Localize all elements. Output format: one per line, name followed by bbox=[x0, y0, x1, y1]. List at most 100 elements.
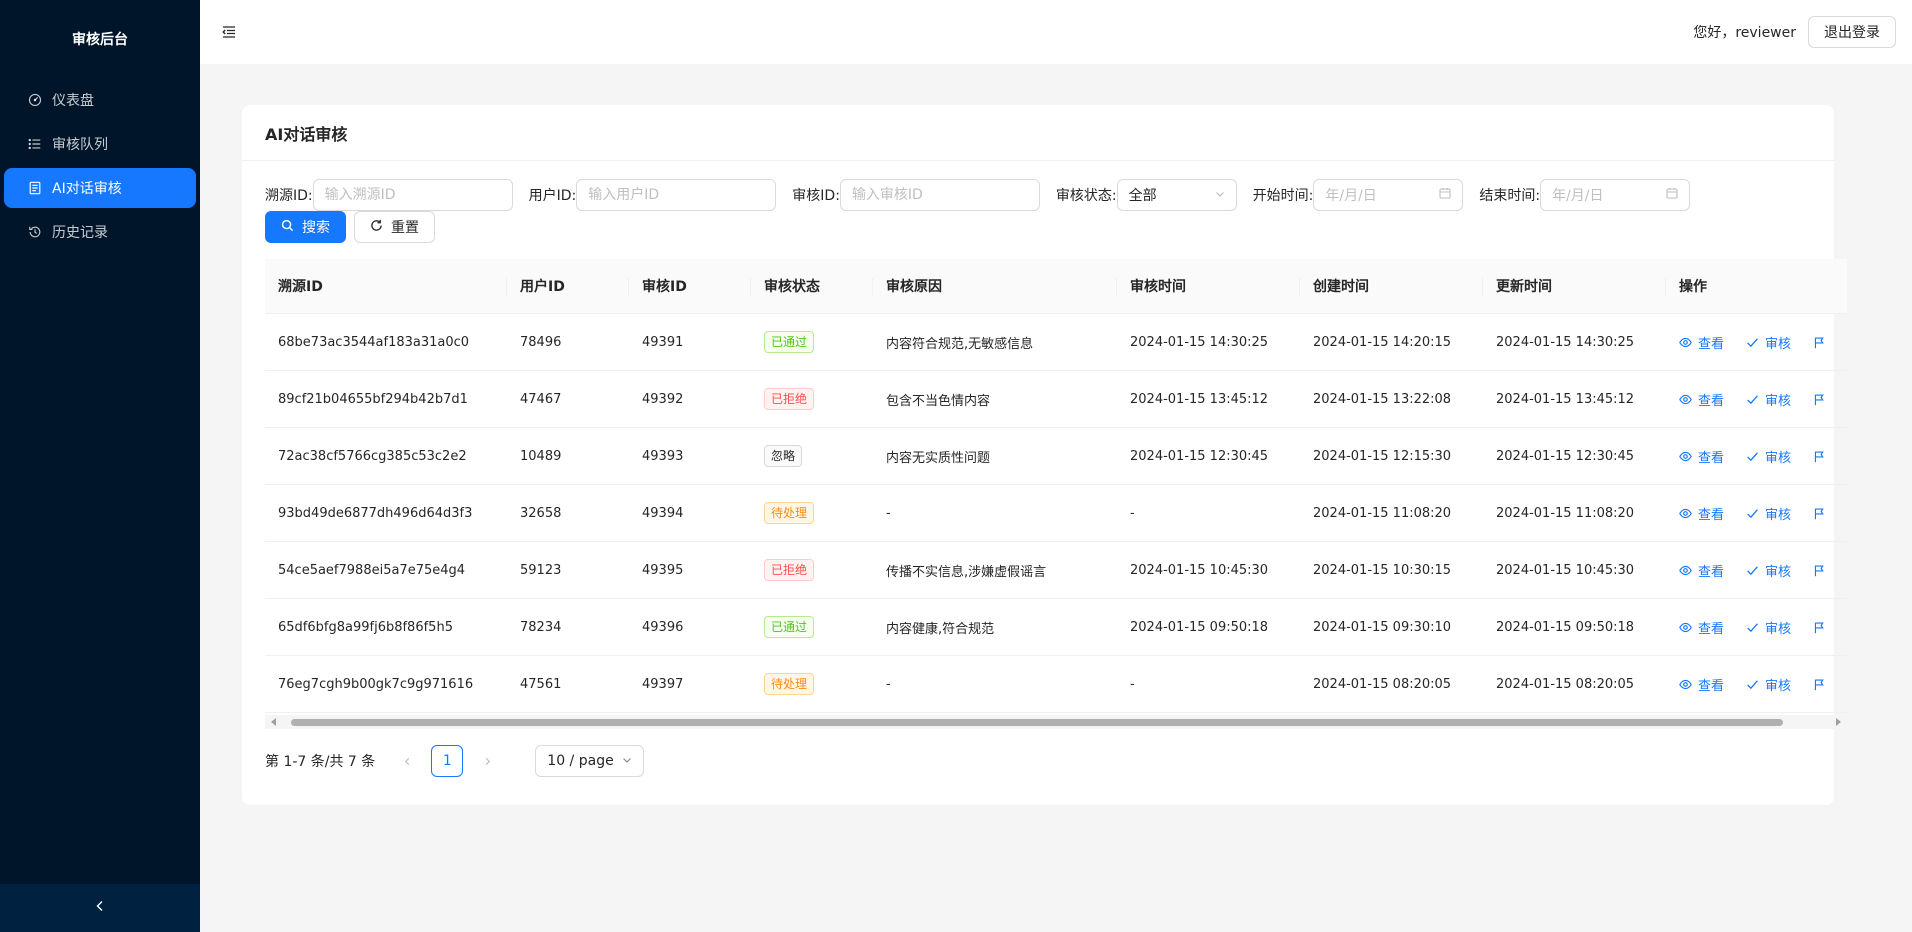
view-button[interactable]: 查看 bbox=[1679, 561, 1724, 580]
end-date-picker[interactable]: 年/月/日 bbox=[1540, 179, 1691, 211]
review-button[interactable]: 审核 bbox=[1746, 390, 1791, 409]
horizontal-scrollbar[interactable] bbox=[265, 715, 1847, 729]
column-header: 操作 bbox=[1679, 279, 1707, 295]
dashboard-icon bbox=[28, 93, 42, 107]
flag-icon bbox=[1813, 450, 1826, 463]
review-table: 溯源ID 用户ID 审核ID 审核状态 审核原因 审核时间 创建时间 更新时间 … bbox=[265, 259, 1847, 729]
reset-button[interactable]: 重置 bbox=[354, 211, 435, 243]
cell-status: 已拒绝 bbox=[751, 371, 873, 427]
cell-actions: 查看 审核 bbox=[1666, 656, 1847, 712]
cell-create-time: 2024-01-15 13:22:08 bbox=[1313, 391, 1452, 407]
review-button[interactable]: 审核 bbox=[1746, 675, 1791, 694]
scroll-left-icon[interactable] bbox=[269, 717, 279, 727]
sidebar-item-dashboard[interactable]: 仪表盘 bbox=[4, 80, 196, 120]
flag-button[interactable] bbox=[1813, 393, 1826, 406]
view-button[interactable]: 查看 bbox=[1679, 390, 1724, 409]
table-row: 68be73ac3544af183a31a0c0 78496 49391 已通过 内容符… bbox=[265, 314, 1847, 371]
filter-actions: 搜索 重置 bbox=[265, 211, 1811, 243]
eye-icon bbox=[1679, 507, 1692, 520]
cell-review-id: 49392 bbox=[642, 391, 684, 407]
table-row: 93bd49de6877dh496d64d3f3 32658 49394 待处理 - - 2… bbox=[265, 485, 1847, 542]
start-date-picker[interactable]: 年/月/日 bbox=[1313, 179, 1464, 211]
view-button[interactable]: 查看 bbox=[1679, 618, 1724, 637]
sidebar-collapse-button[interactable] bbox=[0, 884, 200, 932]
column-header: 审核时间 bbox=[1117, 259, 1300, 313]
card-body: 溯源ID: 用户ID: 审核ID: 审核状态: 全部 bbox=[242, 161, 1847, 777]
review-button[interactable]: 审核 bbox=[1746, 561, 1791, 580]
filter-review-id: 审核ID: bbox=[792, 179, 1040, 211]
search-button[interactable]: 搜索 bbox=[265, 211, 346, 243]
scroll-right-icon[interactable] bbox=[1833, 717, 1843, 727]
cell-review-time: 2024-01-15 12:30:45 bbox=[1130, 448, 1269, 464]
view-button[interactable]: 查看 bbox=[1679, 333, 1724, 352]
status-select-value: 全部 bbox=[1128, 188, 1157, 204]
cell-source-id: 65df6bfg8a99fj6b8f86f5h5 bbox=[278, 619, 453, 635]
review-button[interactable]: 审核 bbox=[1746, 618, 1791, 637]
review-button[interactable]: 审核 bbox=[1746, 504, 1791, 523]
next-page-button[interactable] bbox=[471, 745, 503, 777]
sidebar-item-review-queue[interactable]: 审核队列 bbox=[4, 124, 196, 164]
filter-form: 溯源ID: 用户ID: 审核ID: 审核状态: 全部 bbox=[265, 179, 1811, 211]
chevron-left-icon bbox=[94, 900, 106, 916]
view-button[interactable]: 查看 bbox=[1679, 447, 1724, 466]
filter-label: 结束时间: bbox=[1479, 188, 1541, 204]
column-header: 审核ID bbox=[629, 259, 751, 313]
calendar-icon bbox=[1666, 187, 1678, 203]
flag-button[interactable] bbox=[1813, 450, 1826, 463]
filter-start-time: 开始时间: 年/月/日 bbox=[1253, 179, 1464, 211]
reload-icon bbox=[370, 219, 383, 236]
cell-source-id: 89cf21b04655bf294b42b7d1 bbox=[278, 391, 468, 407]
review-button[interactable]: 审核 bbox=[1746, 333, 1791, 352]
flag-button[interactable] bbox=[1813, 336, 1826, 349]
table-header: 溯源ID 用户ID 审核ID 审核状态 审核原因 审核时间 创建时间 更新时间 … bbox=[265, 259, 1847, 314]
review-id-input[interactable] bbox=[839, 179, 1040, 211]
status-badge: 忽略 bbox=[764, 445, 803, 467]
document-icon bbox=[28, 181, 42, 195]
flag-icon bbox=[1813, 564, 1826, 577]
review-button[interactable]: 审核 bbox=[1746, 447, 1791, 466]
flag-button[interactable] bbox=[1813, 564, 1826, 577]
page-number-button[interactable]: 1 bbox=[431, 745, 464, 777]
app-root: 审核后台 仪表盘 审核队列 AI对话审核 历史记录 您好，reviewer 退出… bbox=[0, 0, 1912, 932]
cell-actions: 查看 审核 bbox=[1666, 371, 1847, 427]
filter-user-id: 用户ID: bbox=[529, 179, 777, 211]
page-size-select[interactable]: 10 / page bbox=[535, 745, 644, 777]
sidebar-item-label: 审核队列 bbox=[52, 137, 108, 153]
check-icon bbox=[1746, 564, 1759, 577]
cell-update-time: 2024-01-15 10:45:30 bbox=[1496, 562, 1635, 578]
cell-create-time: 2024-01-15 11:08:20 bbox=[1313, 505, 1452, 521]
review-label: 审核 bbox=[1765, 507, 1792, 523]
source-id-input[interactable] bbox=[312, 179, 513, 211]
check-icon bbox=[1746, 507, 1759, 520]
reset-button-label: 重置 bbox=[391, 220, 419, 236]
view-button[interactable]: 查看 bbox=[1679, 504, 1724, 523]
prev-page-button[interactable] bbox=[391, 745, 423, 777]
sidebar: 审核后台 仪表盘 审核队列 AI对话审核 历史记录 bbox=[0, 0, 200, 932]
filter-status: 审核状态: 全部 bbox=[1056, 179, 1237, 211]
cell-review-time: 2024-01-15 09:50:18 bbox=[1130, 619, 1269, 635]
flag-button[interactable] bbox=[1813, 621, 1826, 634]
cell-status: 已拒绝 bbox=[751, 542, 873, 598]
sidebar-item-history[interactable]: 历史记录 bbox=[4, 212, 196, 252]
cell-reason: 内容无实质性问题 bbox=[886, 450, 991, 466]
filter-label: 用户ID: bbox=[528, 188, 577, 204]
flag-button[interactable] bbox=[1813, 678, 1826, 691]
table-body: 68be73ac3544af183a31a0c0 78496 49391 已通过 内容符… bbox=[265, 314, 1847, 713]
sidebar-item-ai-chat-review[interactable]: AI对话审核 bbox=[4, 168, 196, 208]
cell-reason: - bbox=[886, 676, 891, 692]
eye-icon bbox=[1679, 621, 1692, 634]
cell-update-time: 2024-01-15 14:30:25 bbox=[1496, 334, 1635, 350]
flag-button[interactable] bbox=[1813, 507, 1826, 520]
menu-fold-icon[interactable] bbox=[222, 25, 236, 39]
date-placeholder: 年/月/日 bbox=[1325, 188, 1377, 204]
view-button[interactable]: 查看 bbox=[1679, 675, 1724, 694]
status-select[interactable]: 全部 bbox=[1116, 179, 1237, 211]
check-icon bbox=[1746, 621, 1759, 634]
scrollbar-thumb[interactable] bbox=[291, 719, 1783, 726]
cell-review-id: 49391 bbox=[642, 334, 684, 350]
user-id-input[interactable] bbox=[576, 179, 777, 211]
logout-button[interactable]: 退出登录 bbox=[1808, 16, 1896, 48]
review-label: 审核 bbox=[1765, 450, 1792, 466]
sidebar-menu: 仪表盘 审核队列 AI对话审核 历史记录 bbox=[0, 80, 200, 252]
search-icon bbox=[281, 219, 294, 236]
